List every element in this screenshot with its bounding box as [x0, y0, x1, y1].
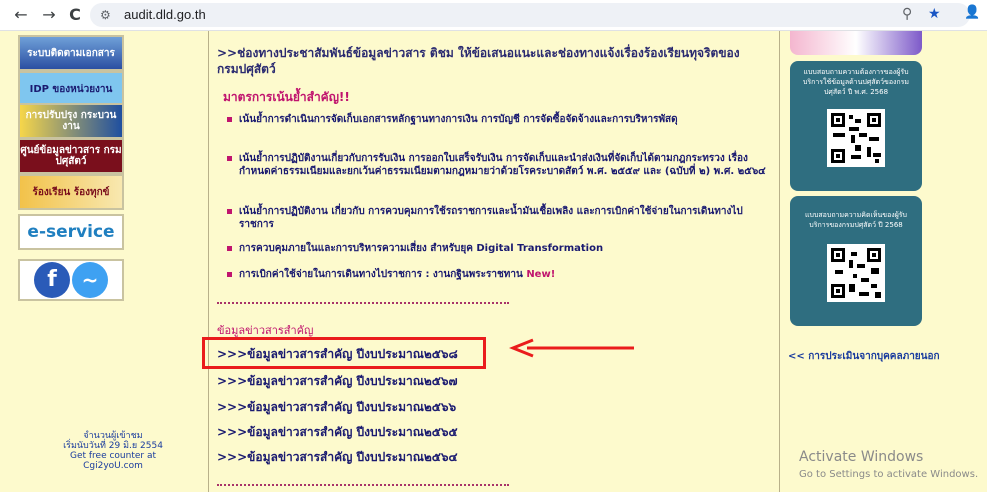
- info-link-2565[interactable]: >>>ข้อมูลข่าวสารสำคัญ ปีงบประมาณ๒๕๖๕: [217, 423, 458, 442]
- bullet-icon: [227, 272, 232, 277]
- site-info-icon[interactable]: ⚙: [100, 8, 111, 22]
- measure-item[interactable]: เน้นย้ำการปฏิบัติงานเกี่ยวกับการรับเงิน …: [227, 152, 767, 178]
- left-sidebar: ระบบติดตามเอกสาร IDP ของหน่วยงาน การปรับ…: [12, 31, 209, 492]
- complaint-banner[interactable]: ร้องเรียน ร้องทุกข์: [18, 174, 124, 210]
- profile-icon[interactable]: 👤: [964, 5, 980, 20]
- back-icon[interactable]: ←: [10, 4, 32, 26]
- facebook-icon[interactable]: f: [34, 262, 70, 298]
- zoom-icon[interactable]: ⚲: [902, 6, 912, 22]
- information-center-banner[interactable]: ศูนย์ข้อมูลข่าวสาร กรมปศุสัตว์: [18, 138, 124, 174]
- browser-toolbar: ← → C ⚙ audit.dld.go.th ⚲ ★ 👤: [0, 0, 987, 31]
- bullet-icon: [227, 246, 232, 251]
- counter-link[interactable]: Get free counter at: [18, 451, 208, 461]
- counter-site[interactable]: Cgi2yoU.com: [18, 461, 208, 471]
- qr-code-icon: [827, 244, 885, 302]
- right-sidebar: แบบสอบถามความต้องการของผู้รับบริการใช้ข้…: [779, 31, 980, 492]
- external-evaluation-link[interactable]: << การประเมินจากบุคคลภายนอก: [788, 351, 958, 363]
- annotation-arrow-icon: [509, 338, 634, 358]
- main-content: >>ช่องทางประชาสัมพันธ์ข้อมูลข่าวสาร ติชม…: [209, 31, 777, 492]
- measure-item[interactable]: เน้นย้ำการปฏิบัติงาน เกี่ยวกับ การควบคุม…: [227, 205, 767, 231]
- measure-item[interactable]: การเบิกค่าใช้จ่ายในการเดินทางไปราชการ : …: [227, 268, 767, 281]
- reload-icon[interactable]: C: [64, 4, 86, 26]
- bullet-icon: [227, 156, 232, 161]
- activate-windows-hint: Go to Settings to activate Windows.: [799, 469, 979, 480]
- forward-icon[interactable]: →: [38, 4, 60, 26]
- messenger-icon[interactable]: ~: [72, 262, 108, 298]
- measures-title: มาตรการเน้นย้ำสำคัญ!!: [223, 90, 350, 104]
- process-improvement-banner[interactable]: การปรับปรุง กระบวนงาน: [18, 103, 124, 139]
- qr-code-icon: [827, 109, 885, 167]
- bookmark-star-icon[interactable]: ★: [928, 6, 941, 22]
- measure-item[interactable]: การควบคุมภายในและการบริหารความเสี่ยง สำห…: [227, 242, 767, 255]
- activate-windows-title: Activate Windows: [799, 449, 924, 465]
- dotted-divider: [217, 302, 509, 306]
- address-bar[interactable]: ⚙ audit.dld.go.th ⚲ ★: [90, 3, 970, 27]
- page-content: ระบบติดตามเอกสาร IDP ของหน่วยงาน การปรับ…: [0, 31, 987, 492]
- info-link-2567[interactable]: >>>ข้อมูลข่าวสารสำคัญ ปีงบประมาณ๒๕๖๗: [217, 372, 458, 391]
- url-text: audit.dld.go.th: [124, 7, 206, 22]
- measure-item[interactable]: เน้นย้ำการดำเนินการจัดเก็บเอกสารหลักฐานท…: [227, 113, 767, 126]
- highlight-box: [202, 337, 486, 369]
- visitor-count-label: จำนวนผู้เข้าชม: [83, 431, 143, 441]
- info-link-2564[interactable]: >>>ข้อมูลข่าวสารสำคัญ ปีงบประมาณ๒๕๖๔: [217, 448, 458, 467]
- idp-banner[interactable]: IDP ของหน่วยงาน: [18, 71, 124, 107]
- channels-heading[interactable]: >>ช่องทางประชาสัมพันธ์ข้อมูลข่าวสาร ติชม…: [217, 45, 757, 77]
- e-service-banner[interactable]: e-service: [18, 214, 124, 250]
- new-badge: New!: [526, 269, 556, 280]
- qr-card-opinion-survey[interactable]: แบบสอบถามความคิดเห็นของผู้รับบริการของกร…: [790, 196, 922, 326]
- info-link-2566[interactable]: >>>ข้อมูลข่าวสารสำคัญ ปีงบประมาณ๒๕๖๖: [217, 398, 456, 417]
- document-tracking-banner[interactable]: ระบบติดตามเอกสาร: [18, 35, 124, 71]
- top-promo-banner[interactable]: [790, 31, 922, 55]
- dotted-divider: [217, 484, 509, 488]
- counter-start-date: เริ่มนับวันที่ 29 มิ.ย 2554: [63, 441, 163, 451]
- qr-card-needs-survey[interactable]: แบบสอบถามความต้องการของผู้รับบริการใช้ข้…: [790, 61, 922, 191]
- social-media-banner[interactable]: f ~: [18, 259, 124, 301]
- bullet-icon: [227, 209, 232, 214]
- bullet-icon: [227, 117, 232, 122]
